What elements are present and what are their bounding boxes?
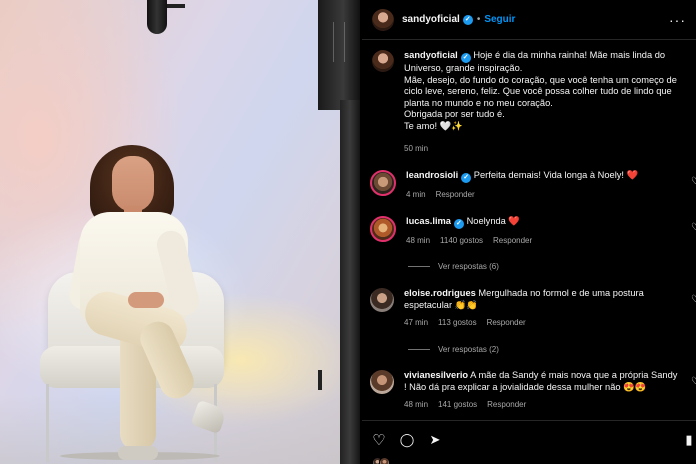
avatar[interactable] <box>370 170 396 196</box>
comment-body: eloise.rodrigues Mergulhada no formol e … <box>404 288 678 329</box>
comment-meta: 47 min 113 gostos Responder <box>404 317 678 329</box>
comment-meta: 4 min Responder <box>406 189 680 201</box>
liked-by-avatars[interactable] <box>372 457 390 464</box>
reply-button[interactable]: Responder <box>487 399 526 411</box>
person-face <box>112 156 154 212</box>
post-photo[interactable] <box>0 0 360 464</box>
comment-bubble-icon[interactable]: ◯ <box>398 431 416 449</box>
verified-badge-icon: ✓ <box>461 173 472 183</box>
comment-text: Perfeita demais! Vida longa à Noely! ❤️ <box>473 170 639 180</box>
comment-meta: 48 min 1140 gostos Responder <box>406 235 680 247</box>
like-comment-heart-icon[interactable]: ♡ <box>691 376 696 387</box>
person-hands <box>128 292 164 308</box>
replies-divider <box>408 349 430 350</box>
light-stand <box>340 100 360 464</box>
save-bookmark-icon[interactable]: ▮ <box>680 431 696 449</box>
comment-username[interactable]: leandrosioli <box>406 170 458 180</box>
caption-line: Obrigada por ser tudo é. <box>404 109 505 120</box>
post-caption: sandyoficial ✓ Hoje é dia da minha rainha… <box>372 50 690 154</box>
comment-item: leandrosioli ✓ Perfeita demais! Vida long… <box>370 170 696 201</box>
comment-item: eloise.rodrigues Mergulhada no formol e … <box>370 288 696 329</box>
comment-meta: 48 min 141 gostos Responder <box>404 399 678 411</box>
view-replies-label: Ver respostas (2) <box>438 345 499 354</box>
reply-button[interactable]: Responder <box>493 235 532 247</box>
caption-line: Te amo! 🤍✨ <box>404 120 463 131</box>
comment-username[interactable]: vivianesilverio <box>404 370 468 380</box>
follow-button[interactable]: Seguir <box>484 14 515 25</box>
comment-body: lucas.lima ✓ Noelynda ❤️ 48 min 1140 gost… <box>406 216 680 247</box>
comment-item: vivianesilverio A mãe da Sandy é mais no… <box>370 370 696 411</box>
view-replies-button[interactable]: Ver respostas (2) <box>408 345 499 354</box>
comment-time: 48 min <box>406 236 431 245</box>
comment-text: Noelynda ❤️ <box>466 216 521 226</box>
equipment-label-mark <box>333 22 345 62</box>
comment-username[interactable]: eloise.rodrigues <box>404 288 476 298</box>
post-header: sandyoficial ✓ • Seguir ··· <box>362 0 696 40</box>
share-send-icon[interactable]: ➤ <box>426 431 444 449</box>
avatar[interactable] <box>370 370 394 394</box>
caption-body: sandyoficial ✓ Hoje é dia da minha rainha… <box>404 50 690 154</box>
header-separator: • <box>476 14 481 25</box>
replies-divider <box>408 266 430 267</box>
like-comment-heart-icon[interactable]: ♡ <box>691 176 696 187</box>
comment-likes-count[interactable]: 1140 gostos <box>440 235 483 247</box>
avatar[interactable] <box>372 50 394 72</box>
like-heart-icon[interactable]: ♡ <box>370 431 388 449</box>
caption-timestamp: 50 min <box>404 143 429 153</box>
comment-body: vivianesilverio A mãe da Sandy é mais no… <box>404 370 678 411</box>
comment-likes-count[interactable]: 113 gostos <box>438 317 477 329</box>
comment-time: 4 min <box>406 190 426 199</box>
caption-line: Mãe, desejo, do fundo do coração, que vo… <box>404 74 677 108</box>
comment-time: 48 min <box>404 400 429 410</box>
view-replies-label: Ver respostas (6) <box>438 262 499 271</box>
like-comment-heart-icon[interactable]: ♡ <box>691 294 696 305</box>
post-author-username[interactable]: sandyoficial <box>402 14 460 25</box>
verified-badge-icon: ✓ <box>453 219 464 229</box>
like-comment-heart-icon[interactable]: ♡ <box>691 222 696 233</box>
comment-username[interactable]: lucas.lima <box>406 216 451 226</box>
post-side-panel: sandyoficial ✓ • Seguir ··· sandyoficial… <box>362 0 696 464</box>
person-shoe <box>118 446 158 460</box>
comment-likes-count[interactable]: 141 gostos <box>438 399 477 411</box>
comment-time: 47 min <box>404 318 429 328</box>
reply-button[interactable]: Responder <box>436 189 475 201</box>
more-options-icon[interactable]: ··· <box>669 12 686 28</box>
view-replies-button[interactable]: Ver respostas (6) <box>408 262 499 271</box>
post-action-bar: ♡ ◯ ➤ ▮ <box>362 420 696 464</box>
avatar[interactable] <box>372 8 394 31</box>
reply-button[interactable]: Responder <box>487 317 526 329</box>
verified-badge-icon: ✓ <box>460 53 471 63</box>
comment-item: lucas.lima ✓ Noelynda ❤️ 48 min 1140 gost… <box>370 216 696 247</box>
chair-leg <box>46 384 49 462</box>
avatar <box>379 457 390 464</box>
light-stand-leg <box>318 370 322 390</box>
boom-microphone <box>147 0 167 34</box>
verified-badge-icon: ✓ <box>462 14 473 25</box>
caption-username[interactable]: sandyoficial <box>404 50 458 60</box>
avatar[interactable] <box>370 288 394 312</box>
comment-body: leandrosioli ✓ Perfeita demais! Vida long… <box>406 170 680 201</box>
avatar[interactable] <box>370 216 396 242</box>
microphone-arm <box>167 4 185 8</box>
